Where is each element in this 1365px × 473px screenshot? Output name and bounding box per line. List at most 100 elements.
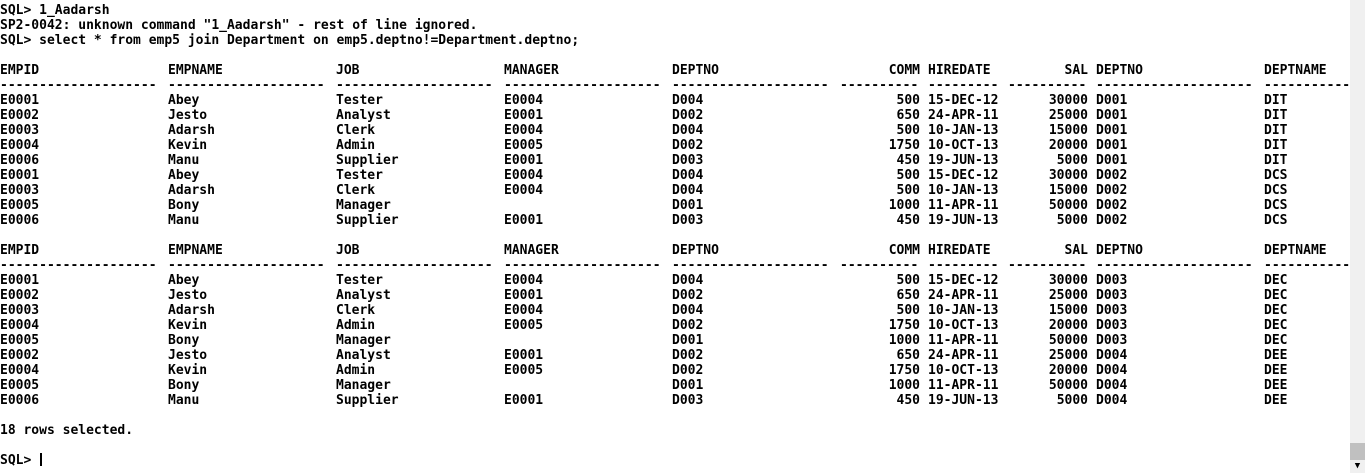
console-line: SQL> 1_Aadarsh: [0, 3, 110, 18]
column-header: SAL: [1064, 243, 1088, 258]
table-cell: D002: [672, 138, 704, 153]
table-cell: 1000: [888, 333, 920, 348]
table-cell: D003: [1096, 288, 1128, 303]
table-cell: Kevin: [168, 363, 208, 378]
table-cell: 50000: [1048, 333, 1088, 348]
column-header: DEPTNO: [672, 63, 719, 78]
table-cell: 11-APR-11: [928, 333, 999, 348]
chevron-down-icon[interactable]: ▼: [1350, 460, 1365, 473]
table-cell: Kevin: [168, 138, 208, 153]
table-cell: 15-DEC-12: [928, 93, 999, 108]
table-cell: DCS: [1264, 198, 1288, 213]
table-cell: DEC: [1264, 303, 1288, 318]
column-separator: --------------------: [0, 78, 157, 93]
table-cell: E0001: [0, 93, 40, 108]
table-cell: Abey: [168, 273, 200, 288]
table-cell: E0004: [504, 93, 544, 108]
table-row: E0001 Abey Tester E0004 D004 500 15-DEC-12 3000…: [0, 273, 1350, 288]
table-cell: 20000: [1048, 363, 1088, 378]
table-cell: 20000: [1048, 318, 1088, 333]
table-cell: E0004: [504, 273, 544, 288]
table-cell: Adarsh: [168, 303, 215, 318]
table-row: E0003 Adarsh Clerk E0004 D004 500 10-JAN-13 150…: [0, 183, 1350, 198]
table-cell: 500: [896, 183, 920, 198]
table-cell: D001: [1096, 93, 1128, 108]
table-cell: Adarsh: [168, 183, 215, 198]
table-cell: 11-APR-11: [928, 378, 999, 393]
column-header: EMPID: [0, 63, 40, 78]
table-cell: 10-OCT-13: [928, 318, 999, 333]
table-cell: 500: [896, 93, 920, 108]
table-cell: 1000: [888, 198, 920, 213]
table-cell: E0001: [0, 168, 40, 183]
table-cell: E0001: [504, 153, 544, 168]
table-cell: Manu: [168, 213, 200, 228]
table-cell: 30000: [1048, 93, 1088, 108]
column-header: JOB: [336, 63, 360, 78]
table-cell: D003: [672, 393, 704, 408]
command-prompt[interactable]: SQL>: [0, 453, 1350, 468]
table-cell: Tester: [336, 273, 383, 288]
column-header: DEPTNO: [672, 243, 719, 258]
table-cell: 50000: [1048, 198, 1088, 213]
table-cell: D004: [672, 303, 704, 318]
column-separator: ----------: [840, 78, 919, 93]
table-cell: 500: [896, 273, 920, 288]
table-cell: 650: [896, 348, 920, 363]
table-cell: 11-APR-11: [928, 198, 999, 213]
table-cell: DIT: [1264, 153, 1288, 168]
table-cell: 15000: [1048, 123, 1088, 138]
table-cell: 15-DEC-12: [928, 273, 999, 288]
table-cell: DEE: [1264, 363, 1288, 378]
column-separator: --------------------: [168, 78, 325, 93]
table-row: E0006 Manu Supplier E0001 D003 450 19-JUN-13 50…: [0, 153, 1350, 168]
table-cell: D004: [672, 273, 704, 288]
table-cell: 25000: [1048, 348, 1088, 363]
table-cell: Manu: [168, 153, 200, 168]
table-cell: E0004: [0, 363, 40, 378]
table-cell: Supplier: [336, 153, 399, 168]
table-cell: E0004: [504, 303, 544, 318]
column-header: JOB: [336, 243, 360, 258]
table-cell: E0004: [0, 318, 40, 333]
table-cell: D002: [1096, 168, 1128, 183]
table-header: EMPID EMPNAME JOB MANAGER DEPTNO COMM HIREDATE…: [0, 243, 1350, 258]
header-underline: -------------------- --------------------…: [0, 78, 1350, 93]
table-cell: E0005: [0, 333, 40, 348]
table-cell: Clerk: [336, 183, 376, 198]
scrollbar-thumb[interactable]: [1350, 443, 1365, 460]
table-cell: D001: [1096, 138, 1128, 153]
table-cell: Clerk: [336, 303, 376, 318]
table-cell: Analyst: [336, 348, 391, 363]
column-separator: ----------: [1008, 78, 1087, 93]
table-cell: E0005: [0, 198, 40, 213]
table-cell: DEC: [1264, 273, 1288, 288]
table-row: E0004 Kevin Admin E0005 D002 1750 10-OCT-13 200…: [0, 363, 1350, 378]
table-cell: 15000: [1048, 183, 1088, 198]
column-header: EMPNAME: [168, 243, 223, 258]
table-cell: DEC: [1264, 318, 1288, 333]
error-message: SP2-0042: unknown command "1_Aadarsh" - …: [0, 18, 478, 33]
table-cell: D002: [672, 288, 704, 303]
table-cell: Analyst: [336, 288, 391, 303]
sqlplus-console[interactable]: SQL> 1_Aadarsh SP2-0042: unknown command…: [0, 3, 1350, 473]
table-cell: DIT: [1264, 123, 1288, 138]
rows-selected-message: 18 rows selected.: [0, 423, 134, 438]
table-cell: Admin: [336, 138, 376, 153]
column-separator: --------------------: [0, 258, 157, 273]
table-cell: 24-APR-11: [928, 288, 999, 303]
table-cell: D002: [1096, 213, 1128, 228]
table-cell: D003: [672, 213, 704, 228]
table-cell: DEE: [1264, 393, 1288, 408]
table-cell: E0001: [0, 273, 40, 288]
table-cell: Tester: [336, 168, 383, 183]
table-cell: E0004: [504, 123, 544, 138]
table-cell: 30000: [1048, 168, 1088, 183]
table-row: E0002 Jesto Analyst E0001 D002 650 24-APR-11 25…: [0, 288, 1350, 303]
table-row: E0004 Kevin Admin E0005 D002 1750 10-OCT-13 200…: [0, 138, 1350, 153]
table-cell: 650: [896, 108, 920, 123]
vertical-scrollbar[interactable]: ▼: [1350, 0, 1365, 473]
table-cell: E0006: [0, 393, 40, 408]
table-row: E0002 Jesto Analyst E0001 D002 650 24-APR-11 25…: [0, 348, 1350, 363]
table-cell: Jesto: [168, 108, 208, 123]
